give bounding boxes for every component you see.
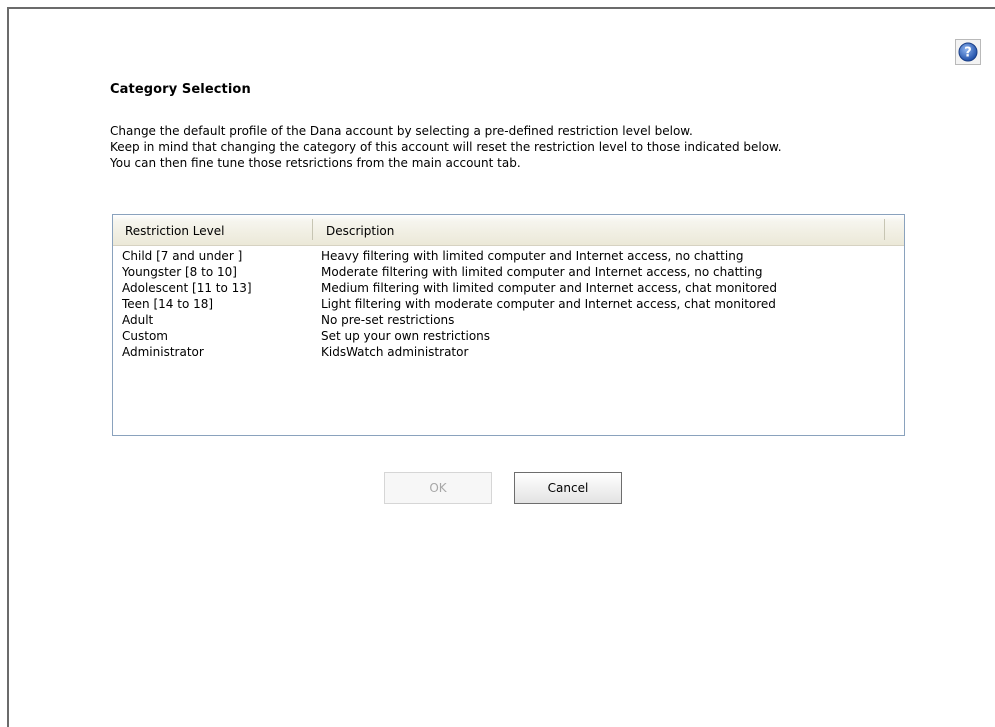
restriction-level-list[interactable]: Restriction Level Description Child [7 a… [112,214,905,436]
column-divider[interactable] [884,219,885,240]
list-item-teen[interactable]: Teen [14 to 18] Light filtering with mod… [113,297,904,313]
column-header-description[interactable]: Description [326,224,394,238]
description-cell: Set up your own restrictions [321,329,491,343]
restriction-level-cell: Adult [122,313,154,327]
restriction-level-cell: Custom [122,329,168,343]
column-header-restriction-level[interactable]: Restriction Level [125,224,224,238]
restriction-level-cell: Adolescent [11 to 13] [122,281,252,295]
page-title: Category Selection [110,82,251,97]
list-item-administrator[interactable]: Administrator KidsWatch administrator [113,345,904,361]
description-cell: No pre-set restrictions [321,313,455,327]
list-item-adult[interactable]: Adult No pre-set restrictions [113,313,904,329]
list-item-child[interactable]: Child [7 and under ] Heavy filtering wit… [113,249,904,265]
cancel-button[interactable]: Cancel [514,472,622,504]
description-cell: Medium filtering with limited computer a… [321,281,777,295]
ok-button[interactable]: OK [384,472,492,504]
list-item-custom[interactable]: Custom Set up your own restrictions [113,329,904,345]
help-button[interactable]: ? [955,39,981,65]
intro-line: Keep in mind that changing the category … [110,140,782,154]
restriction-level-cell: Child [7 and under ] [122,249,243,263]
restriction-level-cell: Administrator [122,345,204,359]
description-cell: KidsWatch administrator [321,345,469,359]
intro-line: You can then fine tune those retsriction… [110,156,521,170]
list-header: Restriction Level Description [113,215,904,246]
list-rows: Child [7 and under ] Heavy filtering wit… [113,249,904,361]
column-divider[interactable] [312,219,313,240]
description-cell: Light filtering with moderate computer a… [321,297,776,311]
list-item-youngster[interactable]: Youngster [8 to 10] Moderate filtering w… [113,265,904,281]
restriction-level-cell: Youngster [8 to 10] [122,265,237,279]
svg-text:?: ? [964,46,972,61]
description-cell: Heavy filtering with limited computer an… [321,249,744,263]
intro-line: Change the default profile of the Dana a… [110,124,693,138]
list-item-adolescent[interactable]: Adolescent [11 to 13] Medium filtering w… [113,281,904,297]
restriction-level-cell: Teen [14 to 18] [122,297,214,311]
help-icon: ? [958,42,978,62]
intro-text: Change the default profile of the Dana a… [110,123,782,171]
description-cell: Moderate filtering with limited computer… [321,265,763,279]
